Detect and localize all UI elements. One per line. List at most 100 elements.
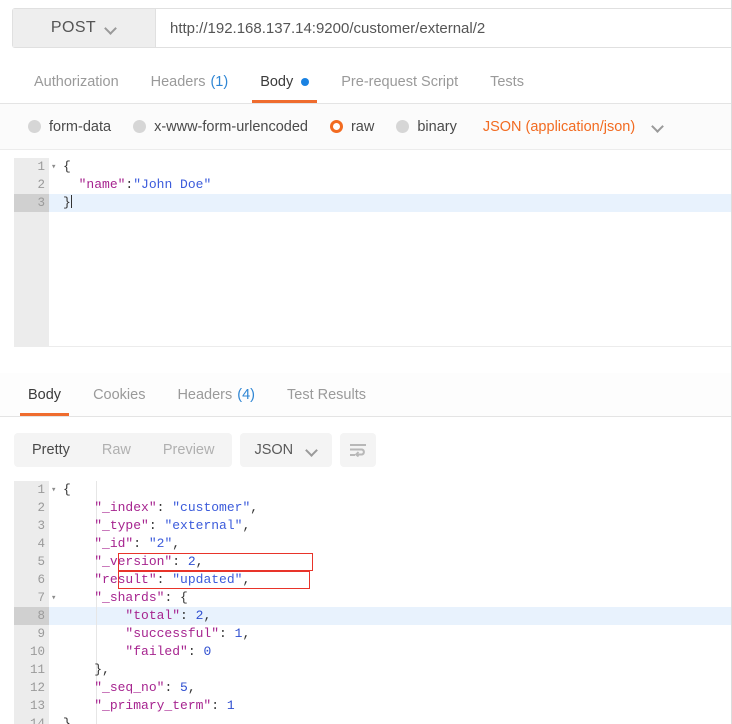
body-type-raw[interactable]: raw xyxy=(330,119,374,135)
headers-count: (1) xyxy=(210,74,228,90)
line-number: 11 xyxy=(14,661,49,679)
http-method-label: POST xyxy=(51,19,96,37)
line-number: 9 xyxy=(14,625,49,643)
code-fold-toggle-icon[interactable]: ▾ xyxy=(51,481,61,499)
request-body-editor[interactable]: 1▾{2 "name":"John Doe"3} xyxy=(14,158,731,347)
code-line[interactable]: 2 "_index": "customer", xyxy=(14,499,731,517)
line-number: 1 xyxy=(14,158,49,176)
tab-label: Test Results xyxy=(287,387,366,403)
code-line[interactable]: 1▾{ xyxy=(14,158,731,176)
body-modified-dot-icon xyxy=(301,78,309,86)
radio-icon xyxy=(133,120,146,133)
code-text: } xyxy=(49,715,71,724)
response-body-editor[interactable]: 1▾{2 "_index": "customer",3 "_type": "ex… xyxy=(14,481,731,724)
code-line[interactable]: 12 "_seq_no": 5, xyxy=(14,679,731,697)
code-line[interactable]: 4 "_id": "2", xyxy=(14,535,731,553)
postman-window: POST Authorization Headers (1) Body Pre-… xyxy=(0,0,732,724)
code-text: "result": "updated", xyxy=(49,571,250,589)
line-number: 5 xyxy=(14,553,49,571)
code-text: "_version": 2, xyxy=(49,553,203,571)
code-line[interactable]: 6 "result": "updated", xyxy=(14,571,731,589)
radio-label: binary xyxy=(417,119,457,135)
code-line[interactable]: 11 }, xyxy=(14,661,731,679)
radio-label: x-www-form-urlencoded xyxy=(154,119,308,135)
line-number: 7 xyxy=(14,589,49,607)
line-number: 10 xyxy=(14,643,49,661)
body-type-x-www-form-urlencoded[interactable]: x-www-form-urlencoded xyxy=(133,119,308,135)
request-code-area[interactable]: 1▾{2 "name":"John Doe"3} xyxy=(14,158,731,212)
code-fold-toggle-icon[interactable]: ▾ xyxy=(51,158,61,176)
code-line[interactable]: 8 "total": 2, xyxy=(14,607,731,625)
response-tab-body[interactable]: Body xyxy=(12,373,77,416)
code-line[interactable]: 10 "failed": 0 xyxy=(14,643,731,661)
request-tab-headers[interactable]: Headers (1) xyxy=(135,60,245,103)
response-tab-cookies[interactable]: Cookies xyxy=(77,373,161,416)
body-type-form-data[interactable]: form-data xyxy=(28,119,111,135)
code-line[interactable]: 5 "_version": 2, xyxy=(14,553,731,571)
line-number: 14 xyxy=(14,715,49,724)
response-view-toolbar: Pretty Raw Preview JSON xyxy=(0,425,731,475)
code-text: "_type": "external", xyxy=(49,517,250,535)
request-tab-pre-request-script[interactable]: Pre-request Script xyxy=(325,60,474,103)
radio-label: raw xyxy=(351,119,374,135)
word-wrap-toggle[interactable] xyxy=(340,433,376,467)
code-line[interactable]: 3 "_type": "external", xyxy=(14,517,731,535)
line-number: 2 xyxy=(14,499,49,517)
radio-selected-icon xyxy=(330,120,343,133)
body-type-binary[interactable]: binary xyxy=(396,119,457,135)
code-line[interactable]: 3} xyxy=(14,194,731,212)
code-text: "successful": 1, xyxy=(49,625,250,643)
tab-label: Body xyxy=(260,74,293,90)
response-format-dropdown[interactable]: JSON xyxy=(240,433,332,467)
response-view-mode-group: Pretty Raw Preview xyxy=(14,433,232,467)
code-line[interactable]: 7▾ "_shards": { xyxy=(14,589,731,607)
code-line[interactable]: 9 "successful": 1, xyxy=(14,625,731,643)
line-number: 6 xyxy=(14,571,49,589)
radio-label: form-data xyxy=(49,119,111,135)
radio-icon xyxy=(28,120,41,133)
line-number: 12 xyxy=(14,679,49,697)
http-method-dropdown[interactable]: POST xyxy=(13,9,156,47)
tab-label: Body xyxy=(28,387,61,403)
body-format-label: JSON (application/json) xyxy=(483,119,635,135)
code-text: "total": 2, xyxy=(49,607,211,625)
code-line[interactable]: 2 "name":"John Doe" xyxy=(14,176,731,194)
line-number: 3 xyxy=(14,517,49,535)
text-cursor xyxy=(71,195,72,208)
response-code-area[interactable]: 1▾{2 "_index": "customer",3 "_type": "ex… xyxy=(14,481,731,724)
request-url-input[interactable] xyxy=(156,9,731,47)
tab-label: Headers xyxy=(151,74,206,90)
request-tab-tests[interactable]: Tests xyxy=(474,60,540,103)
line-number: 4 xyxy=(14,535,49,553)
line-number: 1 xyxy=(14,481,49,499)
response-tab-test-results[interactable]: Test Results xyxy=(271,373,382,416)
request-url-bar: POST xyxy=(12,8,731,48)
tab-label: Tests xyxy=(490,74,524,90)
tab-label: Cookies xyxy=(93,387,145,403)
view-mode-preview[interactable]: Preview xyxy=(147,433,231,467)
code-text: "_shards": { xyxy=(49,589,188,607)
response-tab-bar: Body Cookies Headers (4) Test Results xyxy=(0,373,731,417)
body-format-dropdown[interactable]: JSON (application/json) xyxy=(483,119,664,135)
tab-label: Headers xyxy=(177,387,232,403)
chevron-down-icon xyxy=(307,445,318,456)
code-line[interactable]: 14} xyxy=(14,715,731,724)
chevron-down-icon xyxy=(653,121,664,132)
line-number: 2 xyxy=(14,176,49,194)
radio-icon xyxy=(396,120,409,133)
response-format-label: JSON xyxy=(254,442,293,458)
chevron-down-icon xyxy=(106,23,117,34)
code-text: "_primary_term": 1 xyxy=(49,697,235,715)
request-tab-authorization[interactable]: Authorization xyxy=(18,60,135,103)
code-line[interactable]: 1▾{ xyxy=(14,481,731,499)
view-mode-pretty[interactable]: Pretty xyxy=(16,433,86,467)
view-mode-raw[interactable]: Raw xyxy=(86,433,147,467)
code-fold-toggle-icon[interactable]: ▾ xyxy=(51,589,61,607)
code-text: "_index": "customer", xyxy=(49,499,258,517)
code-line[interactable]: 13 "_primary_term": 1 xyxy=(14,697,731,715)
request-tab-body[interactable]: Body xyxy=(244,60,325,103)
body-type-selector: form-data x-www-form-urlencoded raw bina… xyxy=(0,104,731,150)
response-tab-headers[interactable]: Headers (4) xyxy=(161,373,271,416)
code-text: }, xyxy=(49,661,110,679)
code-text: "name":"John Doe" xyxy=(49,176,211,194)
